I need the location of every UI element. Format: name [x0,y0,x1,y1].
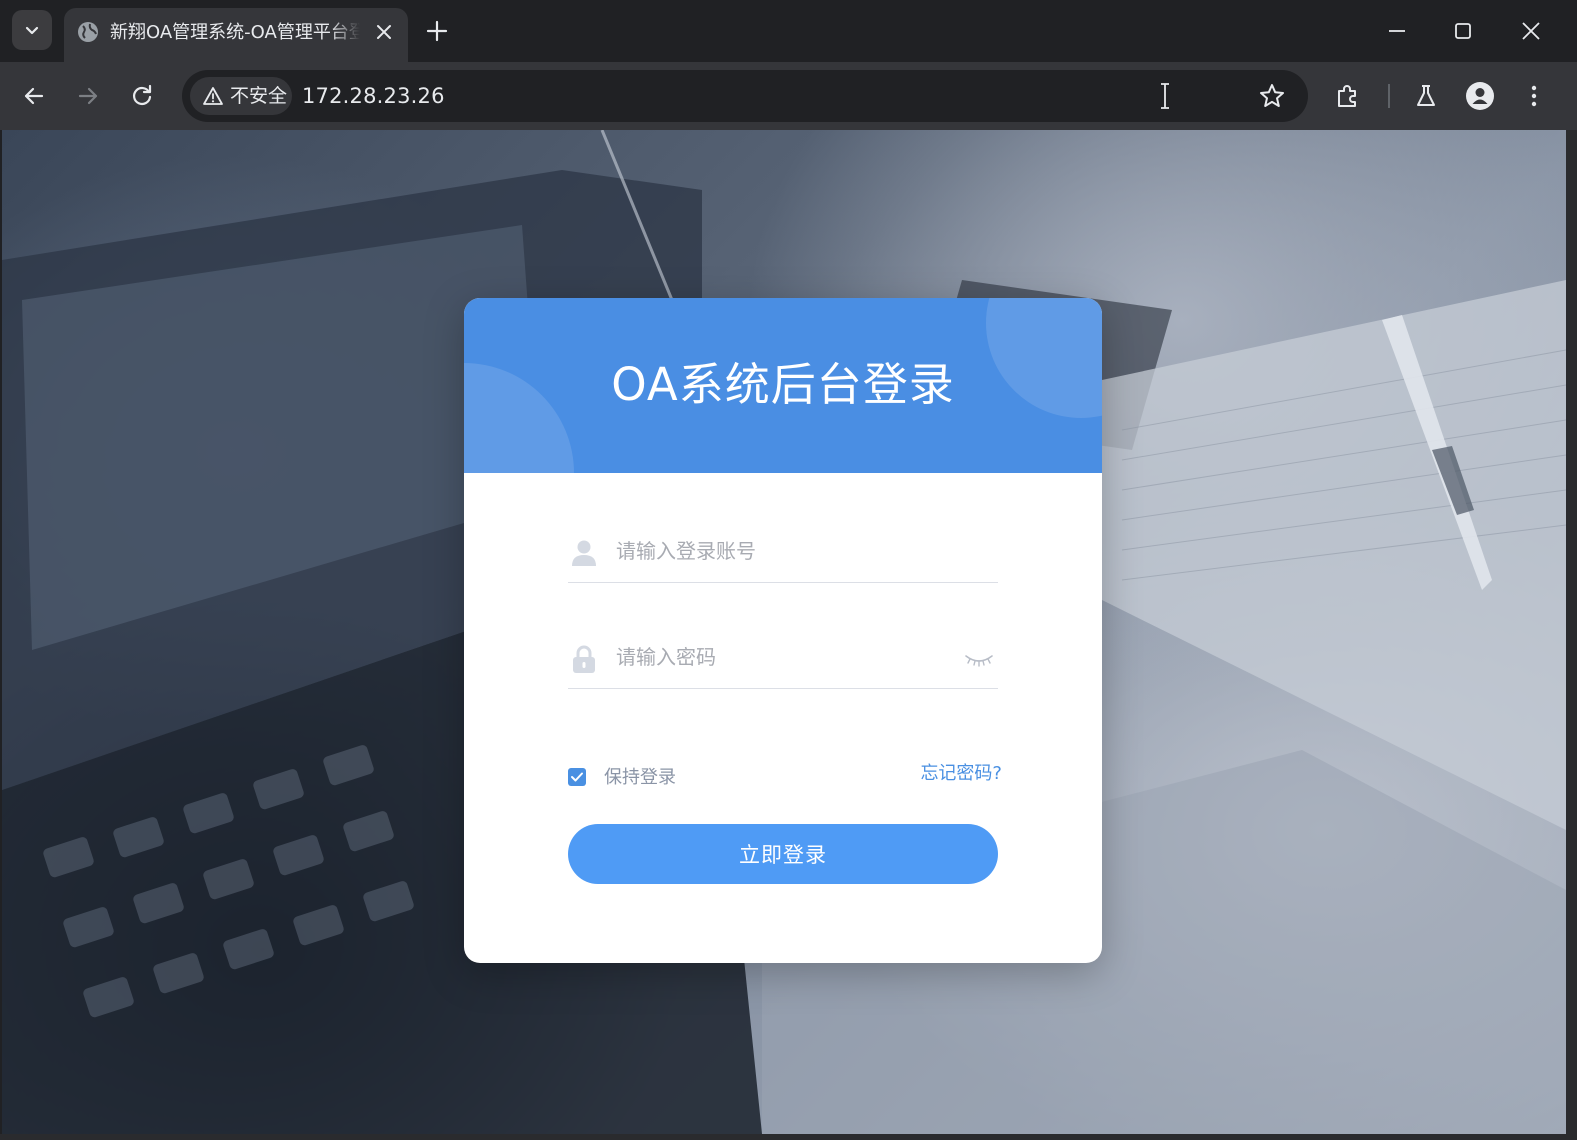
close-window-icon[interactable] [1518,18,1544,44]
address-bar[interactable]: 不安全 172.28.23.26 [182,70,1308,122]
eye-closed-icon[interactable] [964,648,994,670]
forgot-password-link[interactable]: 忘记密码? [920,762,1002,786]
password-field [568,624,998,689]
login-card-header: OA系统后台登录 [464,298,1102,473]
bookmark-star-icon[interactable] [1256,80,1288,112]
window-border-right [1566,130,1577,1140]
lock-icon [573,645,595,673]
back-arrow-icon[interactable] [18,80,50,112]
maximize-window-icon[interactable] [1450,18,1476,44]
browser-toolbar: 不安全 172.28.23.26 [0,62,1577,130]
tab-title: 新翔OA管理系统-OA管理平台登录 [110,22,360,43]
labs-flask-icon[interactable] [1410,80,1442,112]
extensions-puzzle-icon[interactable] [1332,80,1364,112]
profile-avatar-icon[interactable] [1464,80,1496,112]
minimize-window-icon[interactable] [1384,18,1410,44]
browser-tab-active[interactable]: 新翔OA管理系统-OA管理平台登录 [64,8,408,62]
remember-row: 保持登录 忘记密码? [568,763,1002,798]
login-card: OA系统后台登录 保持登录 忘记密码? 立即登录 [464,298,1102,963]
checkmark-icon [571,772,583,782]
globe-icon [78,22,98,42]
remember-label[interactable]: 保持登录 [604,766,676,790]
new-tab-plus-icon[interactable] [424,18,450,44]
security-indicator[interactable]: 不安全 [190,77,292,115]
close-tab-icon[interactable] [372,20,396,44]
username-input[interactable] [616,532,956,570]
browser-tab-strip: 新翔OA管理系统-OA管理平台登录 [0,0,1577,62]
password-input[interactable] [616,638,956,676]
login-title: OA系统后台登录 [611,358,955,411]
text-cursor-icon [1161,83,1169,109]
url-text[interactable]: 172.28.23.26 [302,83,445,109]
warning-triangle-icon [203,87,223,105]
security-label: 不安全 [230,85,288,107]
username-field [568,518,998,583]
reload-icon[interactable] [126,80,158,112]
tab-search-button[interactable] [12,10,52,50]
chevron-down-icon [25,26,39,35]
forward-arrow-icon[interactable] [72,80,104,112]
more-menu-icon[interactable] [1518,80,1550,112]
window-border-bottom [0,1134,1577,1140]
user-icon [572,540,596,566]
login-submit-button[interactable]: 立即登录 [568,824,998,884]
toolbar-divider [1388,84,1390,108]
remember-checkbox[interactable] [568,768,586,786]
